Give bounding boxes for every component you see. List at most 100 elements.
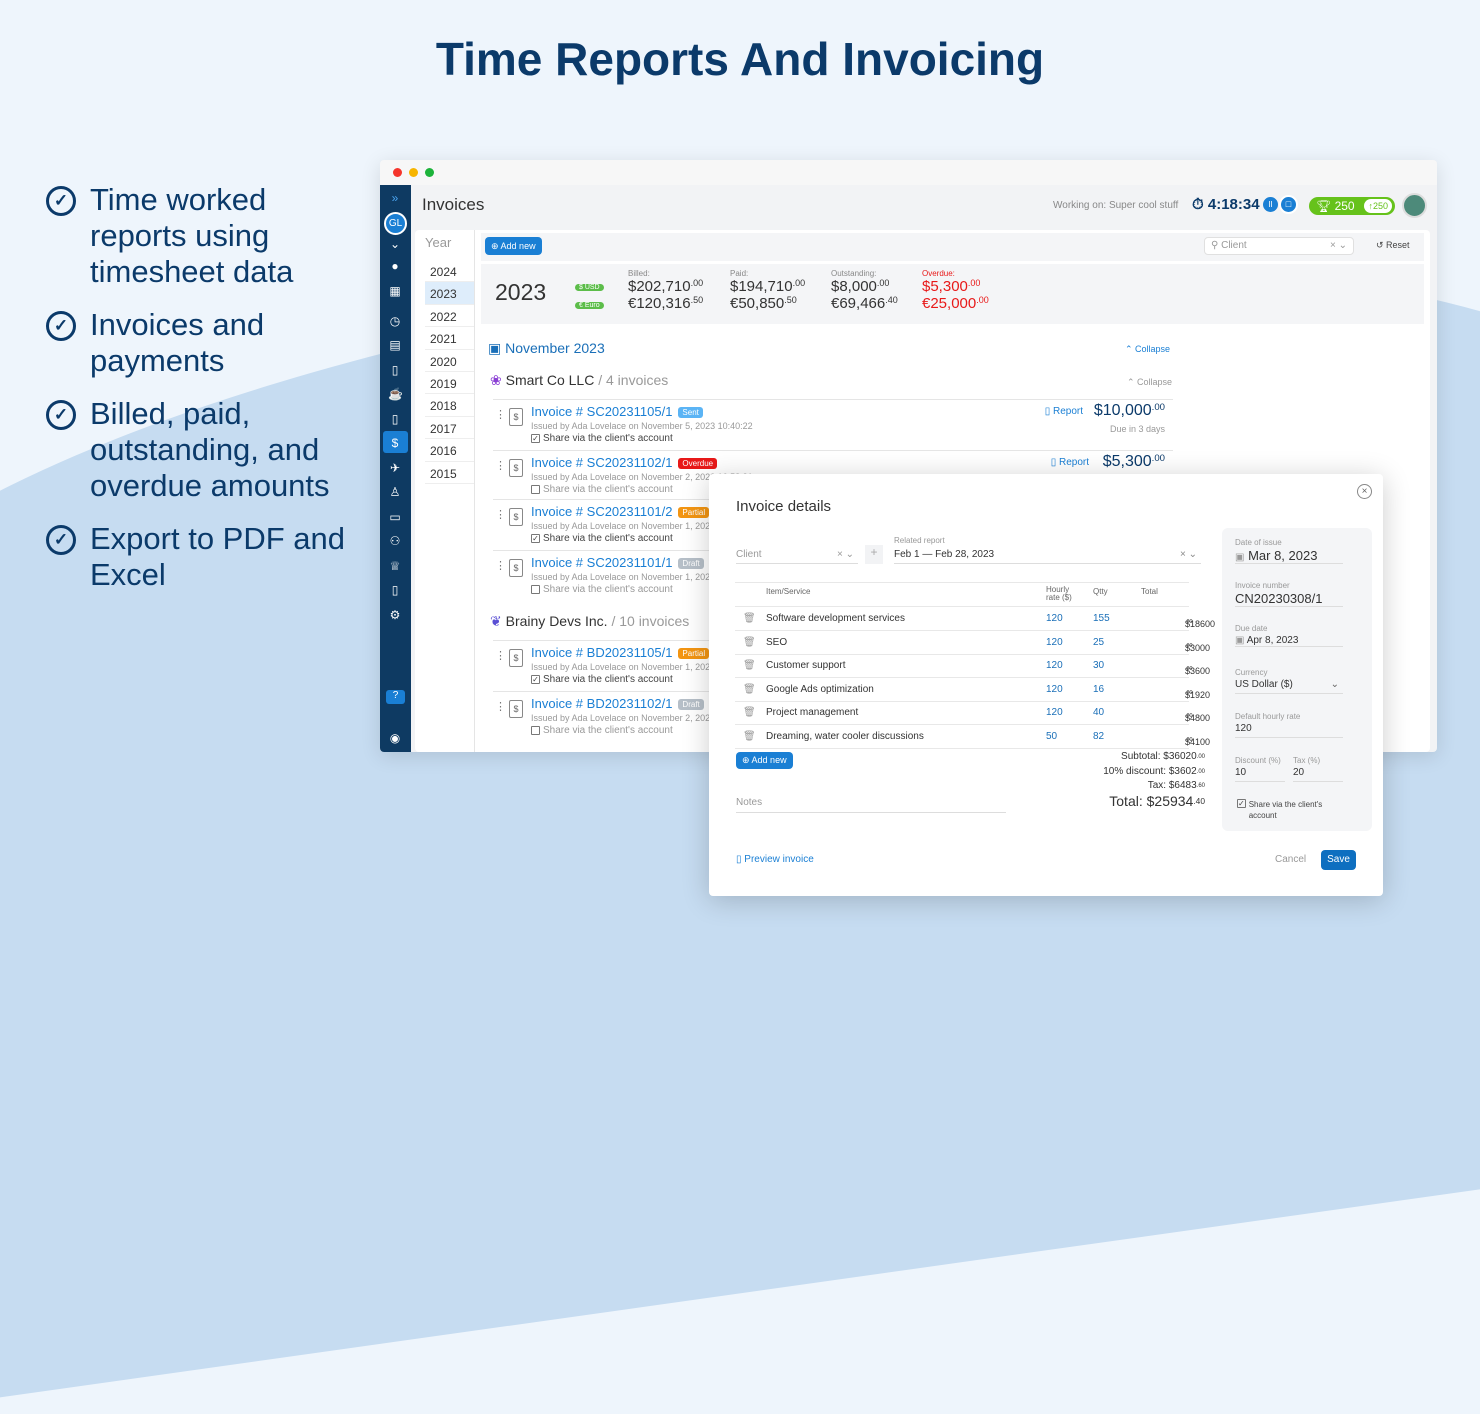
add-client-button[interactable]: + bbox=[865, 545, 883, 564]
report-link[interactable]: ▯ Report bbox=[1045, 406, 1083, 417]
trash-icon[interactable]: 🗑︎ bbox=[743, 660, 756, 671]
kebab-menu-icon[interactable]: ⋮ bbox=[495, 408, 506, 421]
user-avatar[interactable] bbox=[1402, 193, 1427, 218]
date-issue-field[interactable]: ▣ Mar 8, 2023 bbox=[1235, 548, 1343, 564]
cancel-button[interactable]: Cancel bbox=[1275, 854, 1306, 865]
client-select[interactable]: Client × ⌄ bbox=[736, 546, 858, 564]
item-rate[interactable]: 50 bbox=[1046, 731, 1057, 742]
share-checkbox[interactable]: Share via the client's account bbox=[531, 584, 673, 595]
invoice-icon[interactable]: $ bbox=[388, 436, 402, 450]
share-checkbox[interactable]: ✓ Share via the client's account bbox=[531, 674, 673, 685]
item-qty[interactable]: 155 bbox=[1093, 613, 1110, 624]
globe-icon[interactable]: ◉ bbox=[388, 731, 402, 745]
item-qty[interactable]: 30 bbox=[1093, 660, 1104, 671]
chart-icon[interactable]: ▤ bbox=[388, 338, 402, 352]
invoice-title[interactable]: Invoice # SC20231102/1 Overdue bbox=[531, 455, 718, 470]
invoice-row[interactable]: ⋮ $ Invoice # SC20231105/1 Sent Issued by Ad… bbox=[493, 399, 1173, 449]
notes-input[interactable]: Notes bbox=[736, 797, 1006, 813]
id-card-icon[interactable]: ▭ bbox=[388, 510, 402, 524]
checkbox-icon[interactable] bbox=[531, 725, 540, 735]
client-filter[interactable]: ⚲ Client × ⌄ bbox=[1204, 237, 1354, 255]
clear-chevron-icon[interactable]: × ⌄ bbox=[1330, 238, 1347, 254]
close-icon[interactable]: × bbox=[1357, 484, 1372, 499]
trash-icon[interactable]: 🗑︎ bbox=[743, 684, 756, 695]
invoice-title[interactable]: Invoice # SC20231105/1 Sent bbox=[531, 404, 703, 419]
add-new-button[interactable]: ⊕ Add new bbox=[485, 237, 542, 255]
trophy-icon[interactable]: ♕ bbox=[388, 559, 402, 573]
coffee-icon[interactable]: ☕ bbox=[388, 387, 403, 401]
kebab-menu-icon[interactable]: ⋮ bbox=[495, 649, 506, 662]
item-name[interactable]: Dreaming, water cooler discussions bbox=[766, 731, 924, 742]
tax-input[interactable]: 20 bbox=[1293, 767, 1343, 782]
maximize-dot[interactable] bbox=[425, 168, 434, 177]
checkbox-icon[interactable]: ✓ bbox=[531, 533, 540, 543]
clear-chevron-icon[interactable]: × ⌄ bbox=[837, 549, 854, 560]
rocket-icon[interactable]: ✈ bbox=[388, 461, 402, 475]
year-item[interactable]: 2024 bbox=[425, 260, 474, 283]
expand-icon[interactable]: » bbox=[388, 191, 402, 205]
year-item[interactable]: 2016 bbox=[425, 439, 474, 462]
item-qty[interactable]: 82 bbox=[1093, 731, 1104, 742]
item-name[interactable]: Customer support bbox=[766, 660, 845, 671]
trash-icon[interactable]: 🗑︎ bbox=[743, 731, 756, 742]
year-item[interactable]: 2015 bbox=[425, 462, 474, 484]
item-rate[interactable]: 120 bbox=[1046, 707, 1063, 718]
close-dot[interactable] bbox=[393, 168, 402, 177]
year-item[interactable]: 2022 bbox=[425, 305, 474, 328]
checkbox-icon[interactable]: ✓ bbox=[531, 433, 540, 443]
user-icon[interactable]: ● bbox=[388, 259, 402, 273]
item-name[interactable]: Project management bbox=[766, 707, 858, 718]
invoice-title[interactable]: Invoice # BD20231102/1 Draft bbox=[531, 696, 704, 711]
reset-button[interactable]: ↺ Reset bbox=[1376, 240, 1410, 251]
checkbox-icon[interactable] bbox=[531, 584, 540, 594]
checkbox-icon[interactable]: ✓ bbox=[1237, 799, 1246, 808]
help-chat-icon[interactable]: ? bbox=[386, 690, 405, 704]
item-rate[interactable]: 120 bbox=[1046, 637, 1063, 648]
item-name[interactable]: SEO bbox=[766, 637, 787, 648]
preview-invoice-link[interactable]: ▯ Preview invoice bbox=[736, 854, 814, 865]
checkbox-icon[interactable]: ✓ bbox=[531, 674, 540, 684]
year-item[interactable]: 2021 bbox=[425, 327, 474, 350]
clipboard-icon[interactable]: ▯ bbox=[388, 583, 402, 597]
item-rate[interactable]: 120 bbox=[1046, 613, 1063, 624]
year-item[interactable]: 2020 bbox=[425, 350, 474, 372]
share-checkbox[interactable]: ✓ Share via the client's account bbox=[531, 533, 673, 544]
collapse-month-button[interactable]: ⌃ Collapse bbox=[1125, 344, 1170, 355]
avatar[interactable]: GL bbox=[384, 212, 407, 235]
minimize-dot[interactable] bbox=[409, 168, 418, 177]
item-qty[interactable]: 40 bbox=[1093, 707, 1104, 718]
kebab-menu-icon[interactable]: ⋮ bbox=[495, 459, 506, 472]
add-item-button[interactable]: ⊕ Add new bbox=[736, 752, 793, 769]
gear-icon[interactable]: ⚙ bbox=[388, 608, 402, 622]
share-checkbox[interactable]: ✓ Share via the client's account bbox=[1237, 799, 1327, 821]
related-report-select[interactable]: Feb 1 — Feb 28, 2023 × ⌄ bbox=[894, 546, 1201, 564]
invoice-number-field[interactable]: CN20230308/1 bbox=[1235, 591, 1343, 607]
clock-icon[interactable]: ◷ bbox=[388, 314, 402, 328]
collapse-client-button[interactable]: ⌃ Collapse bbox=[1127, 377, 1172, 388]
trash-icon[interactable]: 🗑︎ bbox=[743, 637, 756, 648]
chevron-down-icon[interactable]: ⌄ bbox=[388, 237, 402, 251]
year-item[interactable]: 2019 bbox=[425, 372, 474, 395]
document-icon[interactable]: ▯ bbox=[388, 363, 402, 377]
pause-button[interactable]: II bbox=[1263, 197, 1278, 212]
rate-input[interactable]: 120 bbox=[1235, 723, 1343, 738]
invoice-title[interactable]: Invoice # SC20231101/2 Partial bbox=[531, 504, 710, 519]
kebab-menu-icon[interactable]: ⋮ bbox=[495, 700, 506, 713]
stop-button[interactable]: □ bbox=[1279, 195, 1298, 214]
save-button[interactable]: Save bbox=[1321, 850, 1356, 870]
share-checkbox[interactable]: ✓ Share via the client's account bbox=[531, 433, 673, 444]
share-checkbox[interactable]: Share via the client's account bbox=[531, 725, 673, 736]
trash-icon[interactable]: 🗑︎ bbox=[743, 613, 756, 624]
item-qty[interactable]: 25 bbox=[1093, 637, 1104, 648]
person-icon[interactable]: ♙ bbox=[388, 485, 402, 499]
item-rate[interactable]: 120 bbox=[1046, 684, 1063, 695]
team-icon[interactable]: ⚇ bbox=[388, 534, 402, 548]
share-checkbox[interactable]: Share via the client's account bbox=[531, 484, 673, 495]
points-badge[interactable]: 🏆︎ 250 ↑250 bbox=[1309, 197, 1395, 215]
year-item[interactable]: 2017 bbox=[425, 417, 474, 440]
discount-input[interactable]: 10 bbox=[1235, 767, 1285, 782]
trash-icon[interactable]: 🗑︎ bbox=[743, 707, 756, 718]
report-icon[interactable]: ▯ bbox=[388, 412, 402, 426]
currency-select[interactable]: US Dollar ($) ⌄ bbox=[1235, 679, 1343, 694]
year-item[interactable]: 2018 bbox=[425, 394, 474, 417]
